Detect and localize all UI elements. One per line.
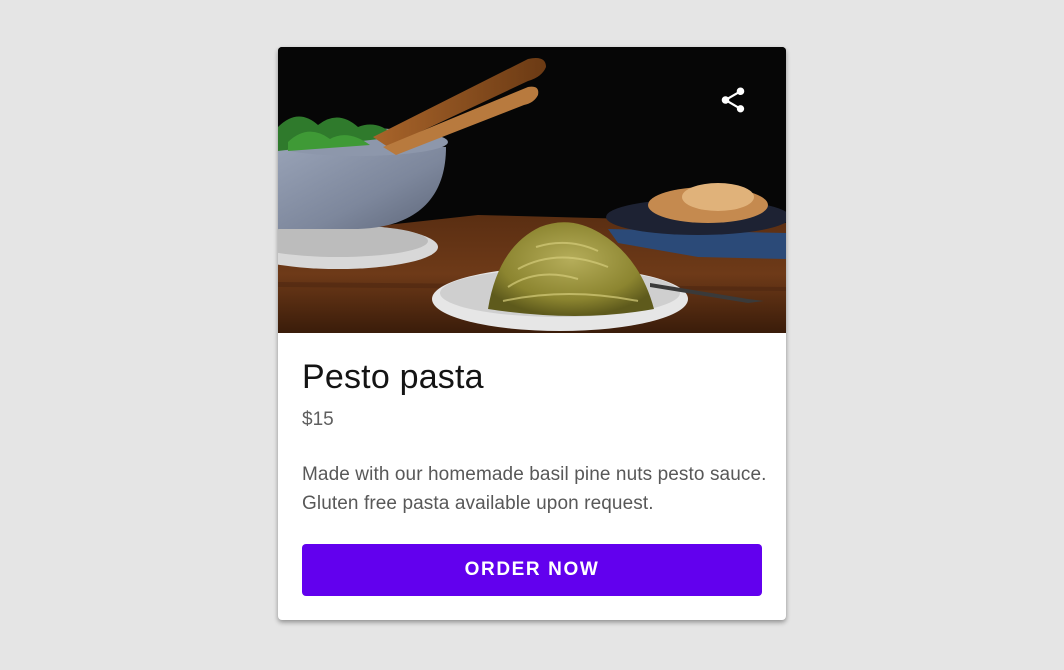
menu-item-card: Pesto pasta $15 Made with our homemade b…	[278, 47, 786, 620]
card-media-image	[278, 47, 786, 333]
card-title: Pesto pasta	[302, 358, 484, 396]
card-description: Made with our homemade basil pine nuts p…	[302, 464, 767, 514]
price-label: $15	[302, 409, 334, 430]
order-now-button[interactable]: ORDER NOW	[302, 544, 762, 596]
share-icon	[721, 87, 745, 113]
share-button[interactable]	[712, 79, 754, 121]
pesto-pasta-photo	[278, 47, 786, 333]
